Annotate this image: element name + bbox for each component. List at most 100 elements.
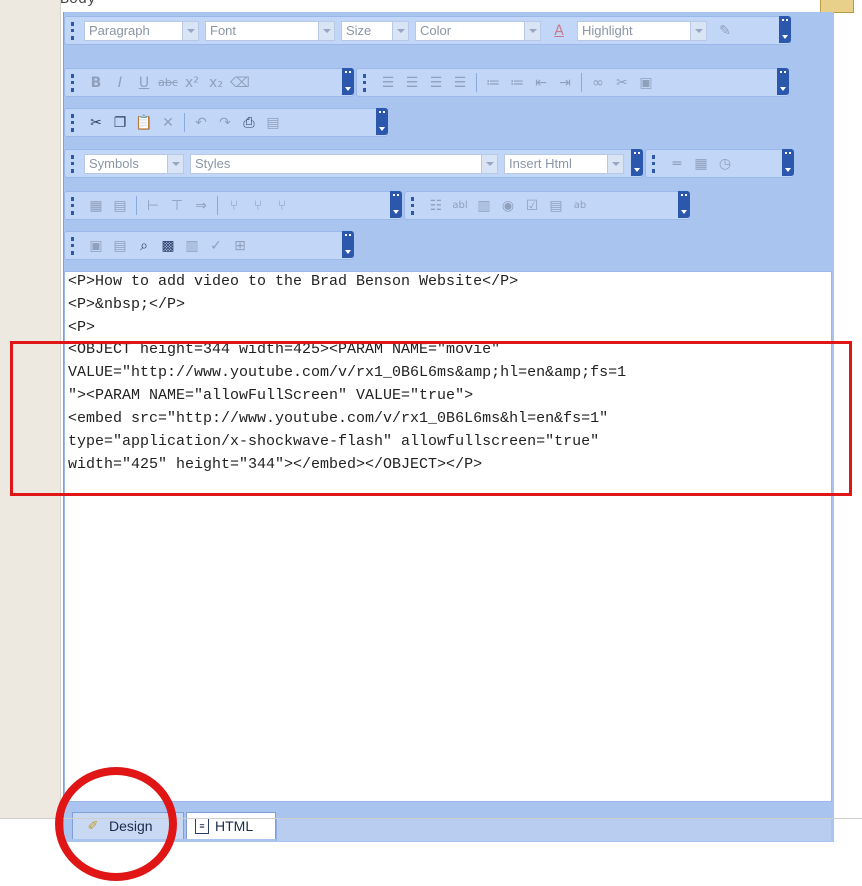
show-borders-icon[interactable]: ▩ [158, 236, 178, 256]
insert-row-icon[interactable]: ⊢ [143, 196, 163, 216]
delete-icon[interactable]: ✕ [158, 113, 178, 133]
template-icon[interactable]: ▥ [182, 236, 202, 256]
tab-strip [276, 818, 831, 841]
toolbar-separator [184, 113, 185, 132]
superscript-icon[interactable]: x² [182, 73, 202, 93]
toolbar-options-icon[interactable] [631, 149, 643, 176]
subscript-icon[interactable]: x₂ [206, 73, 226, 93]
toolbar-options-icon[interactable] [390, 191, 402, 218]
toolbar-grip[interactable] [411, 196, 420, 215]
delete-row-icon[interactable]: ⑂ [224, 196, 244, 216]
styles-dropdown[interactable]: Styles [190, 153, 498, 174]
toolbar-grip[interactable] [652, 154, 661, 173]
chevron-down-icon [167, 154, 183, 173]
insert-table-icon[interactable]: ▦ [691, 154, 711, 174]
horizontal-rule-icon[interactable]: ═ [667, 154, 687, 174]
form-button-icon[interactable]: ab [570, 196, 590, 216]
table-toolbar: ▦ ▤ ⊢ ⊤ ⇒ ⑂ ⑂ ⑂ [64, 191, 402, 220]
text-field-icon[interactable]: abl [450, 196, 470, 216]
underline-icon[interactable]: U [134, 73, 154, 93]
bulleted-list-icon[interactable]: ≔ [507, 73, 527, 93]
toolbar-options-icon[interactable] [779, 16, 791, 43]
unlink-icon[interactable]: ✂ [612, 73, 632, 93]
chevron-down-icon [607, 154, 623, 173]
toolbar-grip[interactable] [363, 73, 372, 92]
chevron-down-icon [318, 21, 334, 40]
toolbar-grip[interactable] [71, 73, 80, 92]
insert-objects-toolbar: ═ ▦ ◷ [645, 149, 794, 178]
font-color-icon[interactable]: A [549, 21, 569, 41]
table-properties-icon[interactable]: ▦ [86, 196, 106, 216]
toolbar-grip[interactable] [71, 21, 80, 40]
toolbar-grip[interactable] [71, 196, 80, 215]
code-line: <P>&nbsp;</P> [68, 296, 186, 313]
preview-icon[interactable]: ⌕ [134, 236, 154, 256]
align-left-icon[interactable]: ☰ [378, 73, 398, 93]
link-icon[interactable]: ∞ [588, 73, 608, 93]
split-cell-icon[interactable]: ⑂ [272, 196, 292, 216]
checkbox-icon[interactable]: ☑ [522, 196, 542, 216]
bold-icon[interactable]: B [86, 73, 106, 93]
outdent-icon[interactable]: ⇤ [531, 73, 551, 93]
insert-html-dropdown[interactable]: Insert Html [504, 153, 624, 174]
anchor-icon[interactable]: ▣ [636, 73, 656, 93]
toolbar-options-icon[interactable] [782, 149, 794, 176]
toolbar-grip[interactable] [71, 154, 80, 173]
insert-column-icon[interactable]: ⊤ [167, 196, 187, 216]
tab-html[interactable]: ≡ HTML [186, 812, 276, 839]
merge-cells-icon[interactable]: ⇒ [191, 196, 211, 216]
undo-icon[interactable]: ↶ [191, 113, 211, 133]
highlight-dropdown[interactable]: Highlight [577, 20, 707, 41]
toolbar-grip[interactable] [71, 236, 80, 255]
highlighter-icon[interactable]: ✎ [715, 21, 735, 41]
media-icon[interactable]: ▤ [110, 236, 130, 256]
cell-properties-icon[interactable]: ▤ [110, 196, 130, 216]
toolbar-row-5: ▦ ▤ ⊢ ⊤ ⇒ ⑂ ⑂ ⑂ ☷ abl ▥ ◉ ☑ ▤ ab [64, 189, 832, 220]
toolbar-options-icon[interactable] [342, 68, 354, 95]
textarea-icon[interactable]: ▥ [474, 196, 494, 216]
image-icon[interactable]: ▣ [86, 236, 106, 256]
toolbar-options-icon[interactable] [678, 191, 690, 218]
toolbar-separator [136, 196, 137, 215]
fullscreen-icon[interactable]: ⊞ [230, 236, 250, 256]
highlight-circle [55, 767, 177, 881]
justify-icon[interactable]: ☰ [450, 73, 470, 93]
insert-form-icon[interactable]: ☷ [426, 196, 446, 216]
toolbar-options-icon[interactable] [376, 108, 388, 135]
toolbar-row-3: ✂ ❐ 📋 ✕ ↶ ↷ ⎙ ▤ [64, 106, 832, 137]
edit-toolbar: ✂ ❐ 📋 ✕ ↶ ↷ ⎙ ▤ [64, 108, 388, 137]
radio-button-icon[interactable]: ◉ [498, 196, 518, 216]
save-icon[interactable]: ▤ [263, 113, 283, 133]
redo-icon[interactable]: ↷ [215, 113, 235, 133]
paste-icon[interactable]: 📋 [134, 113, 154, 133]
indent-icon[interactable]: ⇥ [555, 73, 575, 93]
select-list-icon[interactable]: ▤ [546, 196, 566, 216]
toolbar-options-icon[interactable] [777, 68, 789, 95]
symbols-dropdown[interactable]: Symbols [84, 153, 184, 174]
spellcheck-icon[interactable]: ✓ [206, 236, 226, 256]
highlight-rectangle [10, 341, 852, 496]
align-right-icon[interactable]: ☰ [426, 73, 446, 93]
eraser-icon[interactable]: ⌫ [230, 73, 250, 93]
cut-icon[interactable]: ✂ [86, 113, 106, 133]
italic-icon[interactable]: I [110, 73, 130, 93]
field-label: Body [60, 0, 96, 8]
chevron-down-icon [690, 21, 706, 40]
paragraph-dropdown[interactable]: Paragraph [84, 20, 199, 41]
strikethrough-icon[interactable]: abc [158, 73, 178, 93]
code-line: <P> [68, 319, 96, 331]
insert-date-icon[interactable]: ◷ [715, 154, 735, 174]
delete-column-icon[interactable]: ⑂ [248, 196, 268, 216]
font-dropdown[interactable]: Font [205, 20, 335, 41]
copy-icon[interactable]: ❐ [110, 113, 130, 133]
size-dropdown[interactable]: Size [341, 20, 409, 41]
color-dropdown[interactable]: Color [415, 20, 541, 41]
toolbar-options-icon[interactable] [342, 231, 354, 258]
print-icon[interactable]: ⎙ [239, 113, 259, 133]
text-style-toolbar: B I U abc x² x₂ ⌫ [64, 68, 354, 97]
toolbar-row-2: B I U abc x² x₂ ⌫ ☰ ☰ ☰ ☰ ≔ ≔ ⇤ ⇥ ∞ ✂ ▣ [64, 66, 832, 97]
numbered-list-icon[interactable]: ≔ [483, 73, 503, 93]
toolbar-grip[interactable] [71, 113, 80, 132]
align-center-icon[interactable]: ☰ [402, 73, 422, 93]
toolbar-row-4: Symbols Styles Insert Html ═ ▦ ◷ [64, 147, 832, 178]
